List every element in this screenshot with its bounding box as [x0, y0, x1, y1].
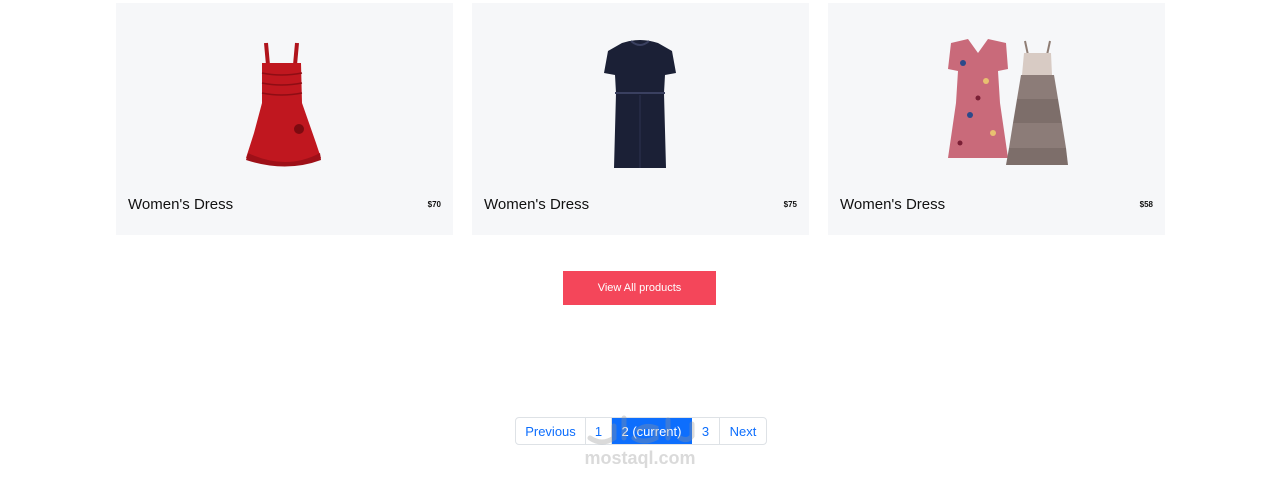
pagination-next[interactable]: Next — [720, 418, 766, 444]
pagination-previous[interactable]: Previous — [516, 418, 586, 444]
pagination-page-2-current[interactable]: 2 (current) — [612, 418, 692, 444]
red-dress-icon — [246, 42, 321, 167]
product-grid: Women's Dress $70 Women's Dress $75 Wome… — [116, 3, 1165, 235]
product-card[interactable]: Women's Dress $70 — [116, 3, 453, 235]
product-name[interactable]: Women's Dress — [840, 196, 945, 213]
pagination-page-3[interactable]: 3 — [692, 418, 720, 444]
product-card[interactable]: Women's Dress $58 — [828, 3, 1165, 235]
product-price: $70 — [427, 200, 441, 209]
product-price: $75 — [783, 200, 797, 209]
pagination-page-1[interactable]: 1 — [586, 418, 612, 444]
product-card[interactable]: Women's Dress $75 — [472, 3, 809, 235]
product-name[interactable]: Women's Dress — [128, 196, 233, 213]
view-all-products-button[interactable]: View All products — [563, 271, 716, 305]
product-name[interactable]: Women's Dress — [484, 196, 589, 213]
pagination: Previous 1 2 (current) 3 Next — [515, 417, 767, 445]
product-price: $58 — [1139, 200, 1153, 209]
watermark: mostaql.com — [584, 448, 696, 468]
floral-and-tiered-dresses-icon — [948, 39, 1068, 165]
navy-dress-icon — [604, 40, 676, 168]
